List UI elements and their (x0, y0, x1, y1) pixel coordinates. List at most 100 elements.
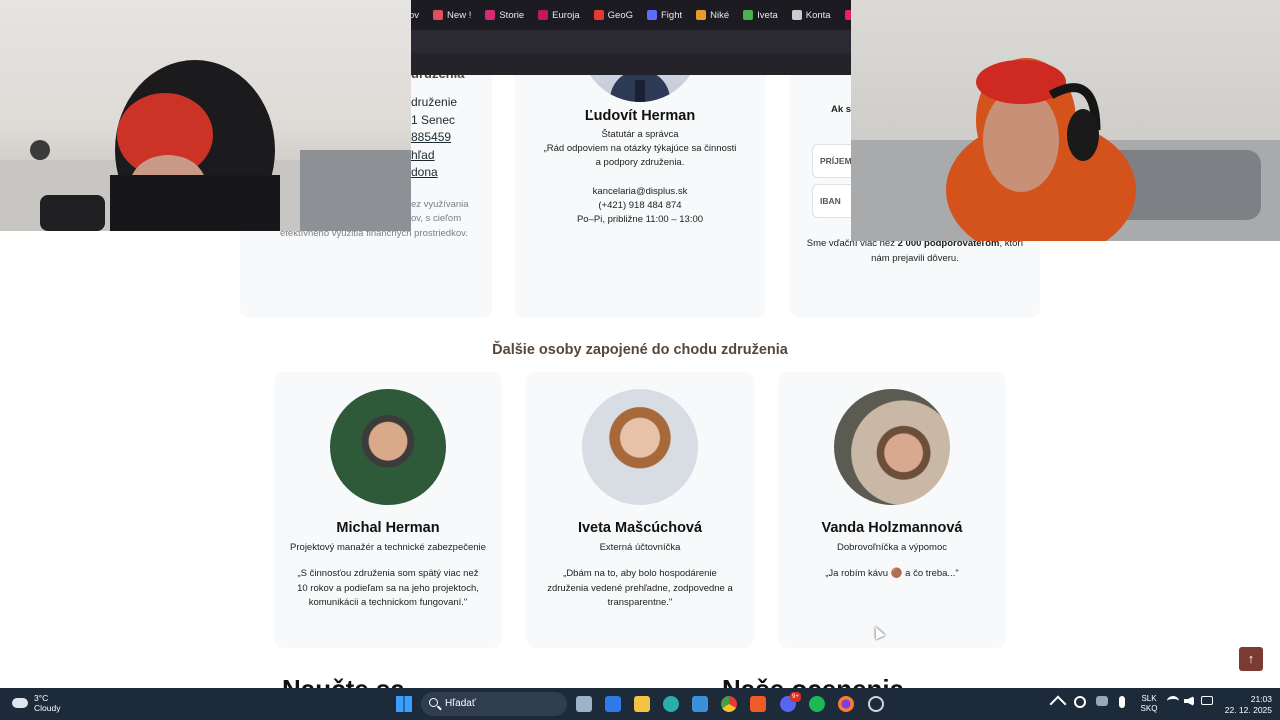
system-clock[interactable]: 21:03 22. 12. 2025 (1222, 694, 1272, 716)
edge-icon[interactable] (663, 696, 679, 712)
photos-icon[interactable] (692, 696, 708, 712)
bookmark-label: New ! (447, 9, 472, 21)
person-card: Michal Herman Projektový manažér a techn… (274, 372, 502, 648)
bookmark-item[interactable]: ov (411, 10, 419, 21)
bookmarks-bar: ov New ! Storie Euroja GeoG Fight Niké Iveta Kon… (411, 0, 851, 30)
v-logo-icon (647, 10, 657, 20)
person-name: Iveta Mašcúchová (577, 520, 703, 536)
brave-icon[interactable] (750, 696, 766, 712)
location-pin-icon (593, 10, 604, 20)
person-quote: „Ja robím kávu 🟤 a čo treba..." (825, 568, 959, 579)
task-view-icon[interactable] (576, 696, 592, 712)
person-name: Michal Herman (336, 520, 440, 536)
bookmark-label: Iveta (757, 9, 778, 21)
detail-link[interactable]: hľad (411, 147, 457, 165)
bookmark-item[interactable]: Fight (647, 10, 682, 21)
taskbar: 3°C Cloudy Hľadať 9+ SLK SKQ (0, 688, 1280, 720)
bookmark-item[interactable]: Niké (696, 10, 729, 21)
app-icon[interactable] (868, 696, 884, 712)
volume-icon[interactable] (1184, 696, 1194, 706)
search-placeholder: Hľadať (445, 698, 476, 709)
cloud-icon (12, 698, 28, 708)
detail-link[interactable]: 885459 (411, 129, 457, 147)
bookmark-label: Konta (805, 9, 831, 21)
bookmark-item[interactable]: Euroja (538, 9, 580, 21)
contact-email[interactable]: kancelaria@displus.sk (540, 185, 740, 199)
bookmark-label: Fight (661, 9, 683, 21)
avatar (330, 389, 446, 505)
bookmark-item[interactable]: GeoG (593, 9, 633, 21)
search-box[interactable]: Hľadať (421, 692, 567, 716)
weather-widget[interactable]: 3°C Cloudy (12, 693, 60, 713)
webcam-feed (0, 60, 411, 231)
clock-time: 21:03 (1250, 694, 1272, 704)
bookmark-label: Niké (710, 9, 730, 21)
browser-toolbar (411, 53, 851, 75)
wifi-icon[interactable] (1167, 696, 1179, 706)
section-title: Ďalšie osoby zapojené do chodu združenia (492, 342, 788, 358)
bookmark-item[interactable]: New ! (433, 10, 471, 21)
temperature: 3°C (34, 693, 49, 703)
contact-phone[interactable]: (+421) 918 484 874 (540, 199, 740, 213)
webcam-feed (851, 58, 1280, 241)
avatar (834, 389, 950, 505)
person-quote: „Dbám na to, aby bolo hospodárenie združ… (547, 568, 733, 608)
paw-icon (791, 10, 802, 20)
input-language[interactable]: SLK SKQ (1138, 694, 1160, 714)
site-icon (538, 10, 549, 20)
card-description: ez využívania (411, 199, 469, 210)
contact-hours: Po–Pi, približne 11:00 – 13:00 (576, 214, 704, 226)
section-heading: Naše ocenenia (722, 674, 904, 688)
site-icon (696, 10, 707, 20)
detail-link[interactable]: dona (411, 164, 457, 182)
person-quote: „S činnosťou združenia som spätý viac ne… (297, 568, 479, 608)
notification-badge: 9+ (790, 692, 801, 702)
instagram-icon (485, 10, 496, 20)
spotify-icon[interactable] (809, 696, 825, 712)
chrome-icon[interactable] (721, 696, 737, 712)
section-heading: Naučte sa (282, 674, 405, 688)
store-icon[interactable] (605, 696, 621, 712)
bookmark-label: Storie (499, 9, 525, 21)
bookmark-item[interactable]: Iveta (743, 10, 778, 21)
contact-role: Štatutár a správca (601, 129, 679, 140)
network-off-icon[interactable] (1096, 696, 1108, 706)
person-role: Dobrovoľníčka a výpomoc (837, 542, 947, 553)
person-role: Externá účtovníčka (599, 542, 681, 553)
webcam-overlay-left (0, 0, 411, 231)
site-icon (433, 10, 444, 20)
bookmark-label: Euroja (552, 9, 580, 21)
bookmark-item[interactable]: Konta (791, 9, 831, 21)
scroll-to-top-button[interactable]: ↑ (1239, 647, 1263, 671)
firefox-icon[interactable] (838, 696, 854, 712)
search-icon (429, 698, 438, 707)
person-card: Iveta Mašcúchová Externá účtovníčka „Dbá… (526, 372, 754, 648)
address-bar[interactable] (411, 30, 851, 53)
keyboard-layout: SKQ (1140, 704, 1158, 713)
battery-icon[interactable] (1201, 696, 1213, 705)
association-details: druženie 1 Senec 885459 hľad dona (411, 94, 457, 182)
windows-start-icon[interactable] (396, 696, 412, 712)
file-explorer-icon[interactable] (634, 696, 650, 712)
chevron-up-icon[interactable] (1049, 695, 1067, 713)
bookmark-item[interactable]: Storie (485, 10, 524, 21)
card-description: ov, s cieľom (411, 213, 462, 224)
avatar (582, 389, 698, 505)
microphone-icon[interactable] (1119, 696, 1125, 708)
person-card: Vanda Holzmannová Dobrovoľníčka a výpomo… (778, 372, 1006, 648)
bookmark-label: GeoG (607, 9, 633, 21)
browser-window: ov New ! Storie Euroja GeoG Fight Niké Iveta Kon… (411, 0, 851, 75)
detail-line: druženie (411, 95, 458, 109)
contact-quote: „Rád odpoviem na otázky týkajúce sa činn… (543, 143, 737, 169)
bookmark-label: ov (411, 9, 420, 21)
language-code: SLK (1141, 694, 1157, 703)
contact-info: Štatutár a správca „Rád odpoviem na otáz… (540, 128, 740, 227)
contact-name: Ľudovít Herman (584, 108, 696, 124)
globe-icon (743, 10, 754, 20)
webcam-overlay-right (851, 0, 1280, 241)
weather-condition: Cloudy (34, 703, 61, 713)
person-role: Projektový manažér a technické zabezpeče… (290, 542, 486, 553)
sync-icon[interactable] (1074, 696, 1086, 708)
person-name: Vanda Holzmannová (821, 520, 963, 536)
detail-line: 1 Senec (411, 112, 456, 127)
